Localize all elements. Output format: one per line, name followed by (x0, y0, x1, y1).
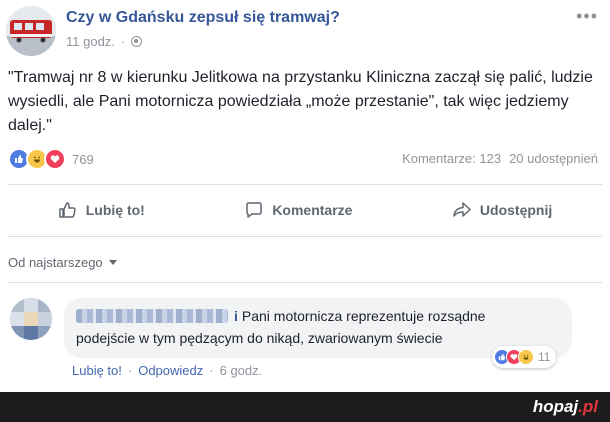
facebook-post: Czy w Gdańsku zepsuł się tramwaj? 11 god… (0, 0, 610, 392)
hopaj-logo: hopaj.pl (533, 397, 598, 417)
post-time[interactable]: 11 godz. (66, 34, 115, 49)
post-actions: Lubię to! Komentarze Udostępnij (8, 188, 602, 232)
watermark-bar: hopaj.pl (0, 392, 610, 422)
comment-text-line1: Pani motornicza reprezentuje rozsądne (241, 308, 486, 324)
comment-first-line: i Pani motornicza reprezentuje rozsądne (76, 306, 485, 326)
post-meta: 11 godz. · (66, 34, 143, 49)
thumbs-up-icon (58, 202, 76, 218)
like-button-label: Lubię to! (85, 202, 145, 218)
comment-button[interactable]: Komentarze (244, 200, 352, 220)
share-button-label: Udostępnij (479, 202, 553, 218)
comment-reactions-count: 11 (538, 350, 551, 364)
comment-time[interactable]: 6 godz. (220, 363, 263, 378)
globe-icon (131, 36, 143, 47)
tram-photo-icon (6, 6, 56, 56)
haha-reaction-icon (518, 349, 534, 365)
comment-actions: Lubię to! · Odpowiedz · 6 godz. (72, 363, 262, 378)
more-options-icon[interactable]: ••• (576, 6, 598, 27)
divider (8, 282, 602, 283)
love-reaction-icon (44, 148, 66, 170)
page-name-link[interactable]: Czy w Gdańsku zepsuł się tramwaj? (66, 9, 340, 27)
post-text: "Tramwaj nr 8 w kierunku Jelitkowa na pr… (8, 69, 593, 134)
page-avatar[interactable] (6, 6, 56, 56)
share-arrow-icon (453, 202, 471, 217)
comment-text-line2: podejście w tym pędzącym do nikąd, zwari… (76, 330, 443, 346)
comments-count-link[interactable]: Komentarze: 123 (402, 151, 501, 166)
blurred-author-name[interactable] (76, 309, 228, 323)
comment-sort-dropdown[interactable]: Od najstarszego (8, 255, 117, 270)
comment-reply-link[interactable]: Odpowiedz (138, 363, 203, 378)
separator-dot: · (209, 363, 214, 378)
comment-bubble-icon (246, 202, 263, 218)
pixelated-avatar-icon (10, 298, 52, 340)
separator-dot: · (127, 363, 133, 378)
sort-label: Od najstarszego (8, 255, 103, 270)
like-button[interactable]: Lubię to! (58, 200, 145, 220)
comment-like-link[interactable]: Lubię to! (72, 363, 122, 378)
comment-reactions[interactable]: 11 (492, 346, 557, 368)
divider (8, 184, 602, 185)
caret-down-icon (108, 260, 117, 265)
dot-separator: · (120, 34, 126, 49)
commenter-avatar-blurred[interactable] (10, 298, 52, 340)
reactions-count: 769 (72, 151, 94, 167)
brand-suffix: .pl (578, 397, 598, 416)
author-name-visible[interactable]: i (234, 306, 238, 326)
divider (8, 236, 602, 237)
comment-button-label: Komentarze (272, 202, 353, 218)
brand-name: hopaj (532, 397, 579, 416)
reactions-summary[interactable]: 769 (8, 148, 94, 170)
share-button[interactable]: Udostępnij (452, 200, 552, 220)
shares-count-link[interactable]: 20 udostępnień (509, 151, 598, 166)
engagement-counts: Komentarze: 123 20 udostępnień (402, 151, 598, 166)
